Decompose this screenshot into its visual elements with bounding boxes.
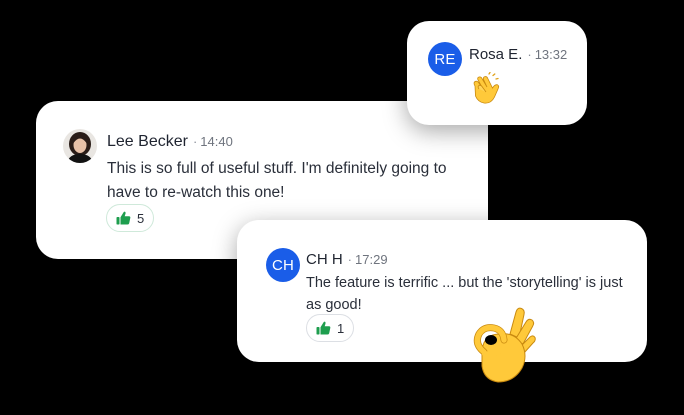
- like-button[interactable]: 1: [306, 314, 355, 342]
- separator: ·: [527, 47, 532, 62]
- separator: ·: [347, 252, 353, 267]
- author-name: Rosa E.: [469, 46, 523, 63]
- like-count: 5: [137, 210, 145, 226]
- like-count: 1: [337, 320, 345, 336]
- avatar[interactable]: [63, 129, 97, 163]
- thumbs-up-icon: [316, 321, 331, 335]
- avatar[interactable]: CH: [266, 248, 300, 282]
- comment-card-ch-h: CH CH H · 17:29 The feature is terrific ..…: [237, 220, 647, 362]
- comment-header: CH H · 17:29: [306, 251, 388, 268]
- avatar[interactable]: RE: [428, 42, 462, 76]
- author-name: Lee Becker: [107, 133, 188, 150]
- comment-header: Rosa E. · 13:32: [469, 46, 567, 63]
- thumbs-up-icon: [116, 211, 131, 225]
- timestamp: 17:29: [355, 252, 388, 267]
- comment-card-rosa-e: RE Rosa E. · 13:32: [407, 21, 587, 125]
- clapping-hands-icon: [469, 71, 503, 111]
- like-button[interactable]: 5: [106, 204, 155, 232]
- comment-text: The feature is terrific ... but the 'sto…: [306, 275, 623, 313]
- timestamp: 14:40: [200, 134, 233, 149]
- comment-header: Lee Becker · 14:40: [107, 133, 233, 151]
- timestamp: 13:32: [534, 47, 568, 62]
- separator: ·: [192, 134, 198, 149]
- ok-hand-icon: [470, 304, 536, 391]
- comment-text: This is so full of useful stuff. I'm def…: [107, 160, 447, 201]
- author-name: CH H: [306, 251, 343, 268]
